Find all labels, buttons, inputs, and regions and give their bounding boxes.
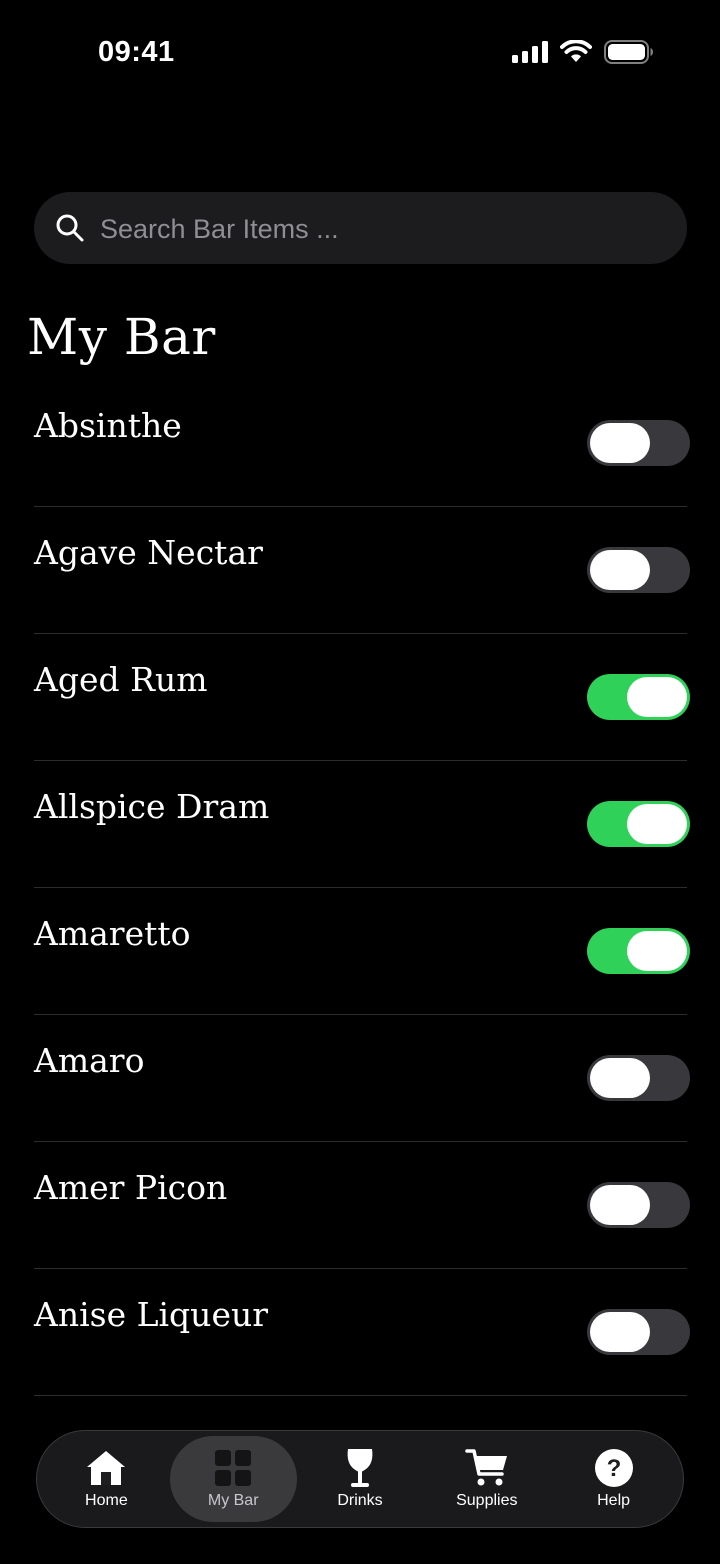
item-label: Aged Rum [34, 660, 208, 699]
search-icon [56, 214, 84, 242]
tab-my-bar[interactable]: My Bar [169, 1436, 297, 1522]
list-item: Anise Liqueur [0, 1269, 720, 1396]
item-toggle[interactable] [587, 1309, 690, 1355]
toggle-knob [590, 550, 650, 590]
divider [34, 1395, 687, 1396]
tab-label: My Bar [207, 1492, 259, 1509]
list-item: Agave Nectar [0, 507, 720, 634]
item-label: Anise Liqueur [34, 1295, 268, 1334]
toggle-knob [627, 677, 687, 717]
tab-label: Home [85, 1492, 128, 1509]
toggle-knob [590, 1058, 650, 1098]
item-toggle[interactable] [587, 420, 690, 466]
item-label: Amaro [34, 1041, 145, 1080]
battery-icon [604, 40, 653, 64]
wifi-icon [560, 40, 592, 62]
item-toggle[interactable] [587, 674, 690, 720]
toggle-knob [590, 1185, 650, 1225]
page-title: My Bar [27, 308, 216, 366]
cellular-signal-icon [512, 41, 548, 63]
list-item: Amaro [0, 1015, 720, 1142]
cart-icon [465, 1448, 509, 1488]
tab-drinks[interactable]: Drinks [297, 1436, 424, 1522]
tab-home[interactable]: Home [43, 1436, 170, 1522]
tab-help[interactable]: ? Help [550, 1436, 677, 1522]
question-icon: ? [592, 1448, 636, 1488]
list-item: Amer Picon [0, 1142, 720, 1269]
item-label: Absinthe [34, 406, 182, 445]
toggle-knob [627, 931, 687, 971]
item-label: Amaretto [34, 914, 191, 953]
status-time: 09:41 [98, 36, 175, 68]
toggle-knob [590, 1312, 650, 1352]
list-item: Allspice Dram [0, 761, 720, 888]
list-item: Amaretto [0, 888, 720, 1015]
grid-icon [211, 1448, 255, 1488]
bar-items-list: Absinthe Agave Nectar Aged Rum Allspice … [0, 380, 720, 1396]
tab-label: Drinks [337, 1492, 383, 1509]
status-icons [512, 40, 654, 64]
tab-label: Help [597, 1492, 631, 1509]
toggle-knob [627, 804, 687, 844]
item-toggle[interactable] [587, 1055, 690, 1101]
item-toggle[interactable] [587, 801, 690, 847]
item-label: Agave Nectar [34, 533, 263, 572]
status-bar: 09:41 [0, 0, 720, 100]
search-input[interactable] [98, 192, 662, 266]
item-label: Allspice Dram [34, 787, 270, 826]
item-label: Amer Picon [34, 1168, 228, 1207]
tab-supplies[interactable]: Supplies [423, 1436, 550, 1522]
item-toggle[interactable] [587, 547, 690, 593]
list-item: Aged Rum [0, 634, 720, 761]
toggle-knob [590, 423, 650, 463]
tab-bar: Home My Bar Drinks Supplies ? Help [36, 1430, 684, 1528]
list-item: Absinthe [0, 380, 720, 507]
item-toggle[interactable] [587, 928, 690, 974]
svg-text:?: ? [606, 1455, 621, 1482]
search-bar[interactable] [34, 192, 687, 266]
home-icon [84, 1448, 128, 1488]
item-toggle[interactable] [587, 1182, 690, 1228]
tab-label: Supplies [456, 1492, 518, 1509]
wine-glass-icon [338, 1448, 382, 1488]
